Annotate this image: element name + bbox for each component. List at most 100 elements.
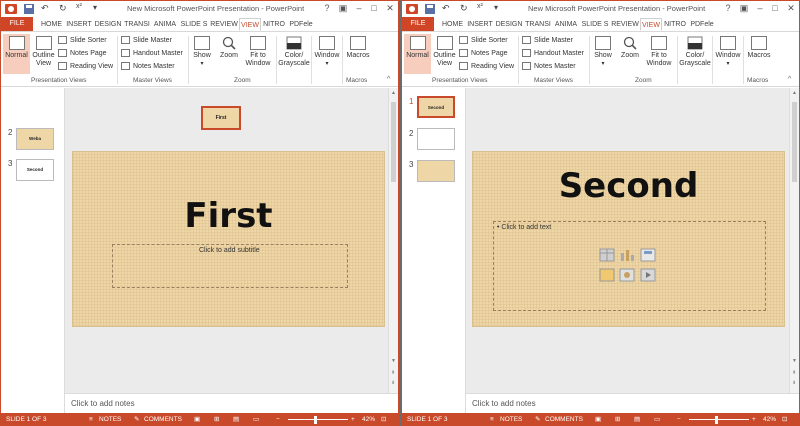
slide-sorter-status-icon[interactable]: ⊞ <box>615 413 620 425</box>
normal-view-button[interactable]: Normal <box>3 34 30 74</box>
tab-animations[interactable]: ANIMA <box>552 18 580 31</box>
maximize-icon[interactable]: □ <box>769 3 781 14</box>
window-button[interactable]: Window ▾ <box>313 34 341 74</box>
insert-online-picture-icon[interactable] <box>619 268 635 282</box>
slide-thumbnail[interactable]: Second <box>417 96 455 118</box>
notes-toggle-icon[interactable]: ≡ <box>490 413 494 425</box>
collapse-ribbon-icon[interactable]: ^ <box>788 76 791 83</box>
zoom-level[interactable]: 42% <box>362 413 375 425</box>
tab-view[interactable]: VIEW <box>239 18 261 31</box>
subtitle-placeholder[interactable]: Click to add subtitle <box>112 244 348 288</box>
reading-view-button[interactable]: Reading View <box>58 61 113 73</box>
slide-canvas[interactable]: Second • Click to add text <box>472 151 785 327</box>
save-icon[interactable] <box>23 3 35 15</box>
color-grayscale-button[interactable]: Color/ Grayscale <box>277 34 311 76</box>
reading-view-status-icon[interactable]: ▤ <box>233 413 239 425</box>
customize-icon[interactable]: x² <box>76 3 88 15</box>
slide-thumbnail[interactable] <box>417 128 455 150</box>
redo-icon[interactable]: ↻ <box>59 3 71 15</box>
maximize-icon[interactable]: □ <box>368 3 380 14</box>
slide-title[interactable]: Second <box>473 166 784 206</box>
reading-view-button[interactable]: Reading View <box>459 61 514 73</box>
save-icon[interactable] <box>424 3 436 15</box>
scroll-thumb[interactable] <box>391 102 396 182</box>
notes-page-button[interactable]: Notes Page <box>58 48 107 60</box>
slide-thumbnail-pane[interactable]: 1 Second 2 3 <box>402 88 466 413</box>
zoom-slider[interactable] <box>689 419 749 420</box>
reading-view-status-icon[interactable]: ▤ <box>634 413 640 425</box>
vertical-scrollbar[interactable]: ▲ ▼ ⇞ ⇟ <box>388 88 398 393</box>
slide-title[interactable]: First <box>73 196 384 236</box>
tab-insert[interactable]: INSERT <box>65 18 93 31</box>
notes-master-button[interactable]: Notes Master <box>522 61 576 73</box>
slide-thumbnail[interactable]: Second <box>16 159 54 181</box>
scroll-thumb[interactable] <box>792 102 797 182</box>
slide-sorter-status-icon[interactable]: ⊞ <box>214 413 219 425</box>
tab-slide-show[interactable]: SLIDE S <box>580 18 610 31</box>
chevron-down-icon[interactable]: ▾ <box>494 3 506 15</box>
outline-view-button[interactable]: Outline View <box>31 34 56 74</box>
comments-toggle-icon[interactable]: ✎ <box>535 413 540 425</box>
help-icon[interactable]: ? <box>321 3 333 14</box>
close-icon[interactable]: ✕ <box>785 3 797 14</box>
insert-smartart-icon[interactable] <box>640 248 656 262</box>
scroll-down-icon[interactable]: ▼ <box>792 358 797 364</box>
tab-design[interactable]: DESIGN <box>93 18 123 31</box>
fit-slide-icon[interactable]: ⊡ <box>381 413 386 425</box>
content-placeholder[interactable]: • Click to add text <box>493 221 766 311</box>
slideshow-status-icon[interactable]: ▭ <box>654 413 660 425</box>
zoom-level[interactable]: 42% <box>763 413 776 425</box>
zoom-button[interactable]: Zoom <box>618 34 642 74</box>
tab-home[interactable]: HOME <box>38 18 65 31</box>
show-button[interactable]: Show ▾ <box>191 34 213 74</box>
tab-design[interactable]: DESIGN <box>494 18 524 31</box>
comments-toggle-icon[interactable]: ✎ <box>134 413 139 425</box>
outline-view-button[interactable]: Outline View <box>432 34 457 74</box>
slideshow-status-icon[interactable]: ▭ <box>253 413 259 425</box>
tab-animations[interactable]: ANIMA <box>151 18 179 31</box>
scroll-up-icon[interactable]: ▲ <box>792 90 797 96</box>
zoom-slider[interactable] <box>288 419 348 420</box>
slide-sorter-button[interactable]: Slide Sorter <box>58 35 107 47</box>
handout-master-button[interactable]: Handout Master <box>522 48 584 60</box>
ribbon-options-icon[interactable]: ▣ <box>738 3 750 14</box>
zoom-in-icon[interactable]: + <box>752 413 756 425</box>
next-slide-icon[interactable]: ⇟ <box>792 380 796 386</box>
next-slide-icon[interactable]: ⇟ <box>391 380 395 386</box>
macros-button[interactable]: Macros <box>344 34 372 74</box>
help-icon[interactable]: ? <box>722 3 734 14</box>
tab-nitro[interactable]: NITRO <box>663 18 687 31</box>
tab-file[interactable]: FILE <box>1 17 33 31</box>
chevron-down-icon[interactable]: ▾ <box>93 3 105 15</box>
collapse-ribbon-icon[interactable]: ^ <box>387 76 390 83</box>
tab-pdfelement[interactable]: PDFele <box>287 18 315 31</box>
zoom-out-icon[interactable]: − <box>677 413 681 425</box>
insert-chart-icon[interactable] <box>621 250 634 261</box>
fit-to-window-button[interactable]: Fit to Window <box>243 34 273 74</box>
color-grayscale-button[interactable]: Color/ Grayscale <box>678 34 712 76</box>
tab-transitions[interactable]: TRANSI <box>524 18 552 31</box>
zoom-out-icon[interactable]: − <box>276 413 280 425</box>
slide-thumbnail[interactable] <box>417 160 455 182</box>
notes-toggle-icon[interactable]: ≡ <box>89 413 93 425</box>
handout-master-button[interactable]: Handout Master <box>121 48 183 60</box>
insert-video-icon[interactable] <box>640 268 656 282</box>
tab-file[interactable]: FILE <box>402 17 434 31</box>
comments-toggle[interactable]: COMMENTS <box>545 413 583 425</box>
insert-picture-icon[interactable] <box>599 268 615 282</box>
slide-master-button[interactable]: Slide Master <box>522 35 573 47</box>
notes-master-button[interactable]: Notes Master <box>121 61 175 73</box>
comments-toggle[interactable]: COMMENTS <box>144 413 182 425</box>
fit-to-window-button[interactable]: Fit to Window <box>644 34 674 74</box>
tab-nitro[interactable]: NITRO <box>262 18 286 31</box>
minimize-icon[interactable]: – <box>754 3 766 14</box>
tab-pdfelement[interactable]: PDFele <box>688 18 716 31</box>
zoom-slider-thumb[interactable] <box>715 416 718 424</box>
normal-view-status-icon[interactable]: ▣ <box>595 413 601 425</box>
notes-toggle[interactable]: NOTES <box>500 413 522 425</box>
zoom-button[interactable]: Zoom <box>217 34 241 74</box>
tab-review[interactable]: REVIEW <box>610 18 640 31</box>
previous-slide-icon[interactable]: ⇞ <box>391 370 395 376</box>
notes-page-button[interactable]: Notes Page <box>459 48 508 60</box>
tab-transitions[interactable]: TRANSI <box>123 18 151 31</box>
